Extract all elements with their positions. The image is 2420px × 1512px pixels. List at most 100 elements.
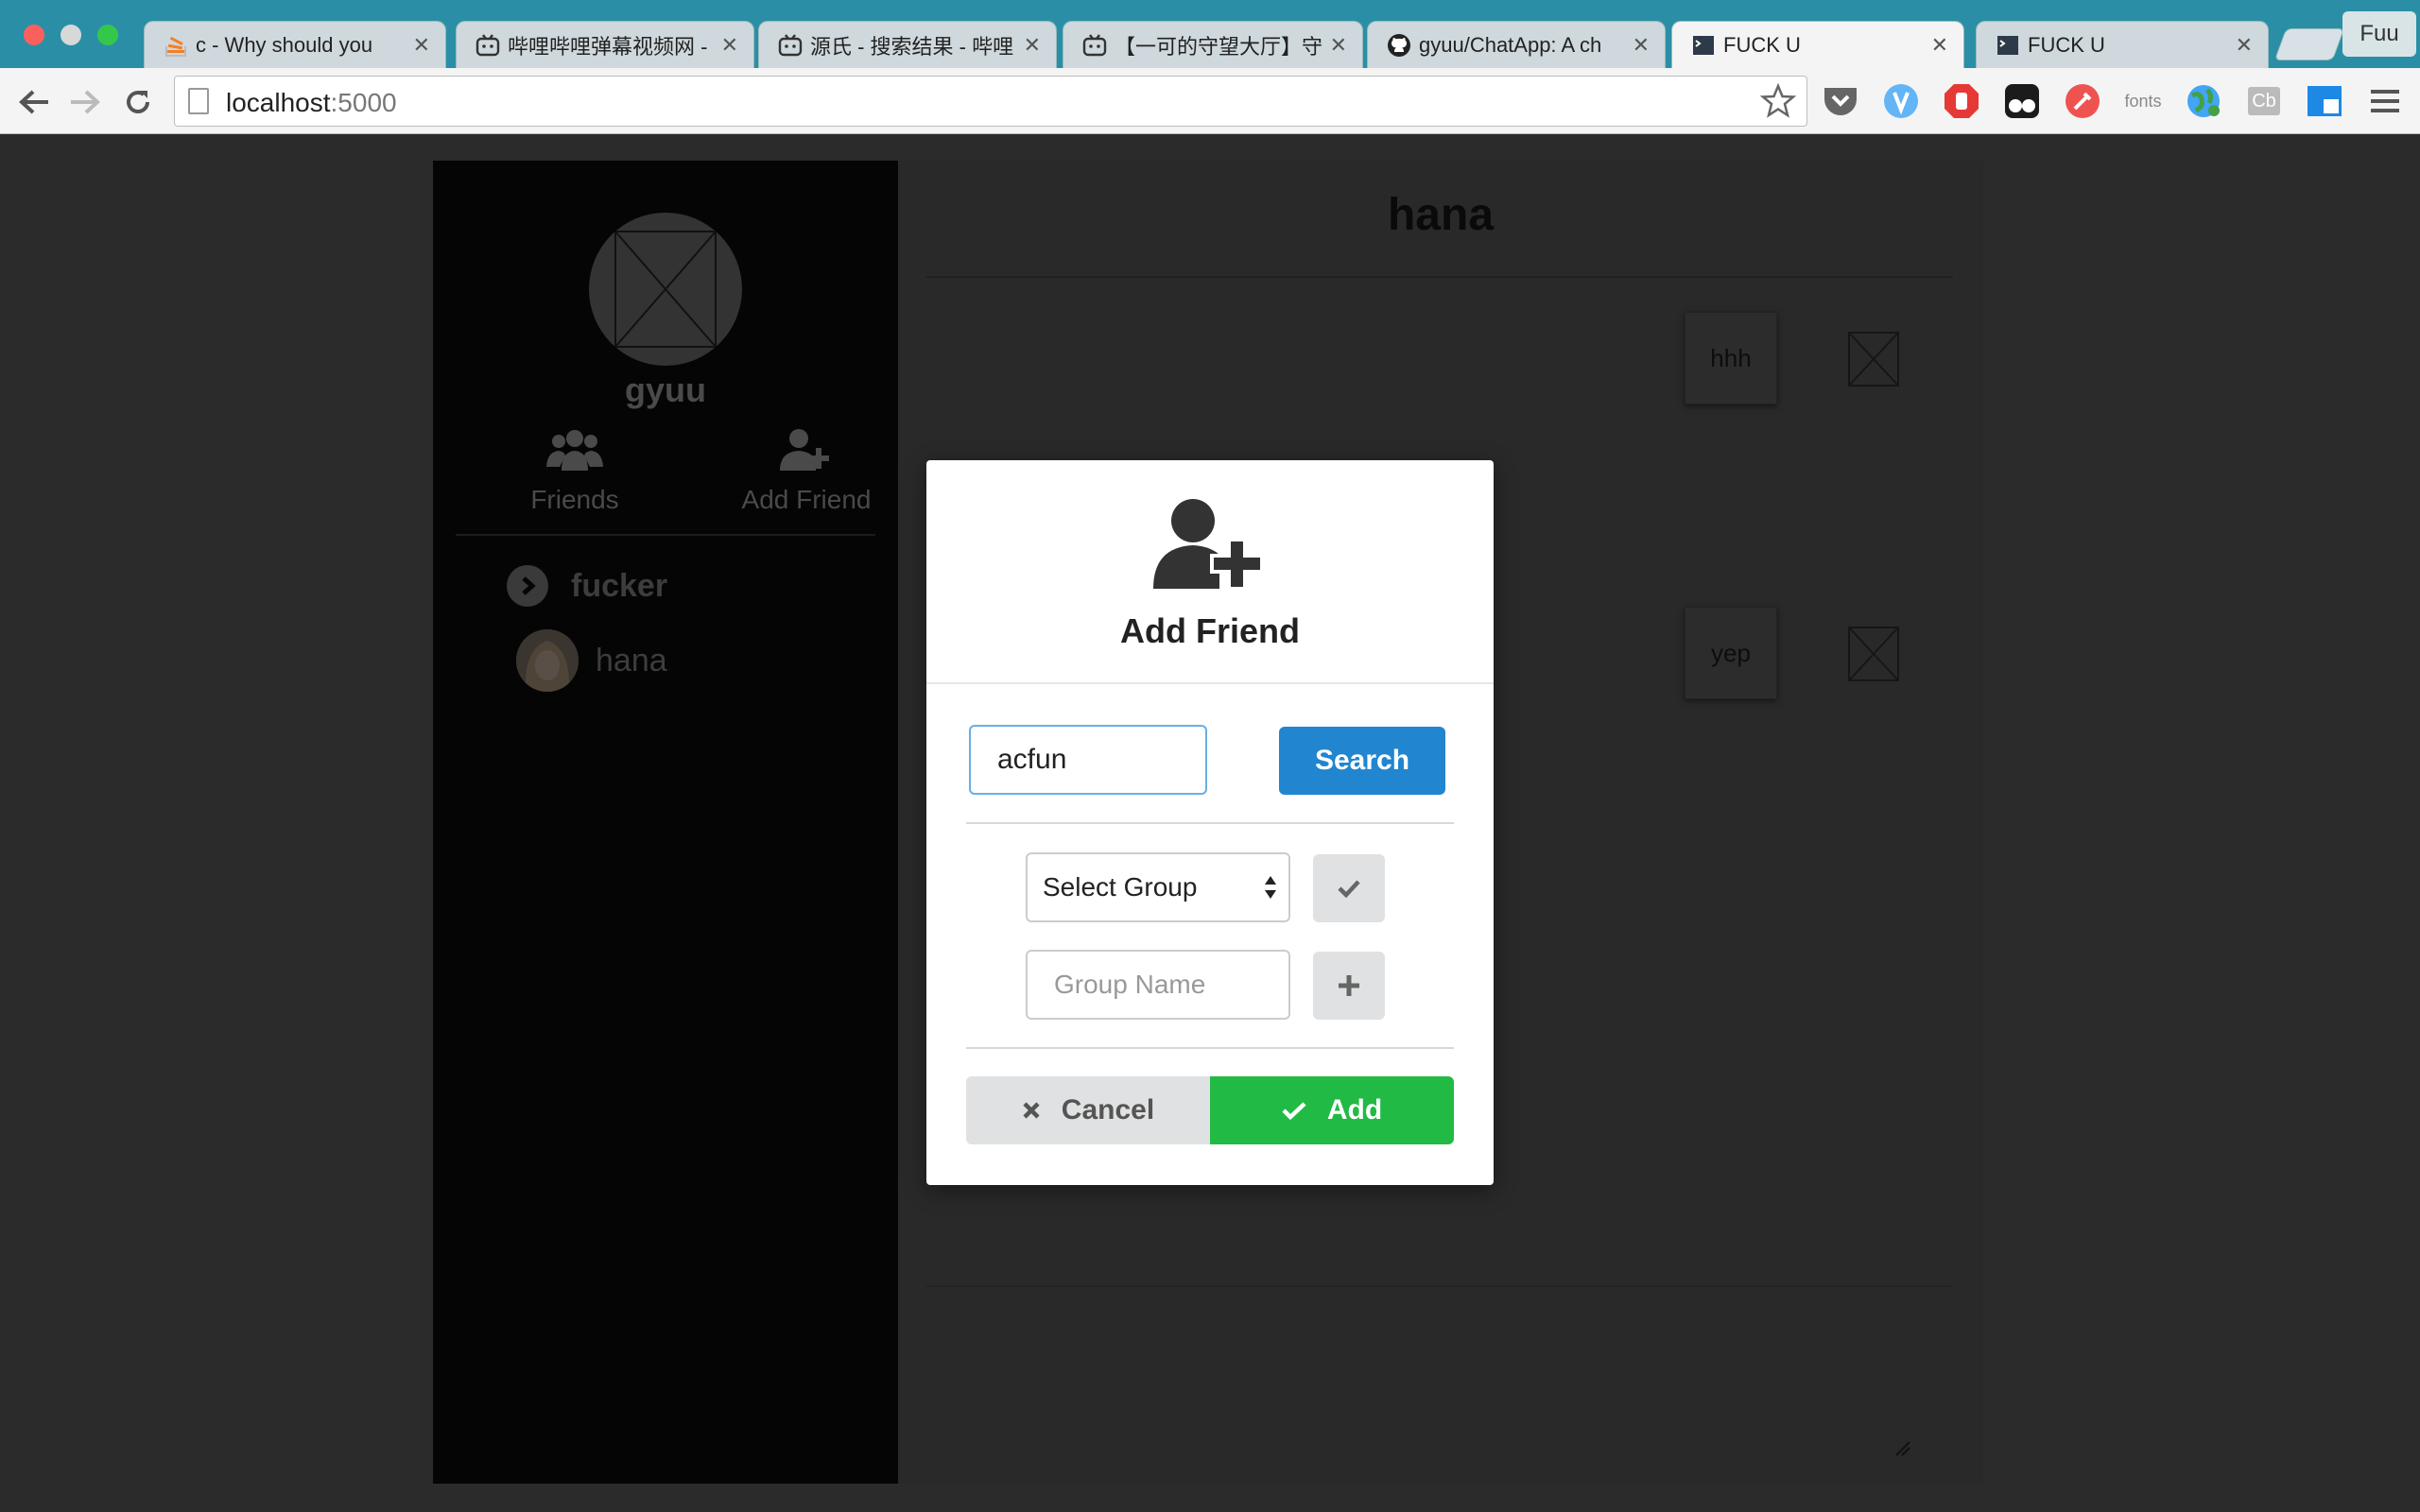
- tab-title: FUCK U: [1723, 32, 1801, 57]
- tab-title: 源氏 - 搜索结果 - 哔哩: [810, 34, 1014, 59]
- tab-close-icon[interactable]: ✕: [1330, 33, 1347, 58]
- add-user-icon: [1151, 498, 1270, 595]
- tampermonkey-icon[interactable]: [2002, 81, 2042, 121]
- bilibili-icon: [475, 33, 500, 58]
- composer-divider: [926, 1285, 1953, 1287]
- modal-divider: [926, 682, 1494, 684]
- cb-icon[interactable]: Cb: [2244, 81, 2284, 121]
- friend-group[interactable]: fucker: [507, 565, 667, 607]
- bilibili-icon: [778, 33, 803, 58]
- close-icon: [1023, 1102, 1040, 1119]
- forward-button[interactable]: [64, 81, 106, 123]
- check-icon: [1338, 880, 1360, 898]
- bookmark-star-icon[interactable]: [1759, 82, 1797, 125]
- globe-icon[interactable]: [2184, 81, 2223, 121]
- dev-tools-icon[interactable]: [2063, 81, 2102, 121]
- window-close-button[interactable]: [24, 25, 44, 45]
- tab-title: FUCK U: [2028, 32, 2105, 57]
- browser-tab[interactable]: 哔哩哔哩弹幕视频网 - ✕: [456, 21, 754, 68]
- chat-divider: [926, 276, 1953, 278]
- chevron-right-icon[interactable]: [507, 565, 548, 607]
- cancel-button[interactable]: Cancel: [966, 1076, 1210, 1144]
- divider: [966, 1047, 1454, 1049]
- modal-title: Add Friend: [1120, 611, 1300, 650]
- browser-tab[interactable]: FUCK U ✕: [1976, 21, 2269, 68]
- page-icon: [188, 88, 209, 114]
- select-arrows-icon: [1264, 873, 1277, 908]
- tab-close-icon[interactable]: ✕: [1024, 33, 1041, 58]
- chat-title: hana: [1387, 190, 1495, 240]
- message-avatar: [1843, 624, 1904, 684]
- back-button[interactable]: [13, 81, 55, 123]
- add-button[interactable]: Add: [1210, 1076, 1454, 1144]
- username: gyuu: [625, 370, 706, 409]
- window-maximize-button[interactable]: [97, 25, 118, 45]
- message-bubble: hhh: [1685, 312, 1777, 404]
- profile-button[interactable]: Fuu: [2342, 11, 2416, 57]
- friend-name: hana: [596, 642, 667, 679]
- github-icon: [1387, 33, 1411, 58]
- add-friend-nav-label: Add Friend: [741, 485, 872, 514]
- reload-button[interactable]: [117, 81, 159, 123]
- plus-icon: [1339, 975, 1359, 996]
- check-icon: [1282, 1102, 1306, 1120]
- friend-avatar: [516, 629, 579, 692]
- create-group-button[interactable]: [1313, 952, 1385, 1020]
- group-select[interactable]: Select Group: [1026, 852, 1290, 922]
- add-button-label: Add: [1326, 1094, 1383, 1125]
- users-icon: [546, 430, 603, 471]
- confirm-group-button[interactable]: [1313, 854, 1385, 922]
- sidebar-divider: [456, 534, 875, 536]
- browser-toolbar: localhost:5000 fonts Cb: [0, 68, 2420, 134]
- url-text: localhost:5000: [226, 88, 397, 117]
- browser-tab[interactable]: c - Why should you ✕: [144, 21, 446, 68]
- tab-title: c - Why should you: [196, 32, 373, 57]
- vimium-icon[interactable]: [1881, 81, 1921, 121]
- terminal-icon: [1691, 33, 1716, 58]
- new-tab-button[interactable]: [2273, 28, 2345, 60]
- user-avatar[interactable]: [589, 213, 742, 366]
- tab-title: 哔哩哔哩弹幕视频网 -: [508, 34, 708, 59]
- browser-tab[interactable]: 源氏 - 搜索结果 - 哔哩 ✕: [758, 21, 1057, 68]
- menu-icon[interactable]: [2365, 81, 2405, 121]
- group-select-value: Select Group: [1043, 872, 1198, 902]
- window-icon[interactable]: [2305, 81, 2344, 121]
- message-avatar: [1843, 329, 1904, 389]
- cancel-button-label: Cancel: [1061, 1094, 1155, 1125]
- back-arrow-icon: [19, 90, 48, 114]
- friends-nav[interactable]: Friends: [480, 425, 669, 515]
- add-friend-modal: Add Friend Search Select Group Cancel Ad…: [926, 460, 1494, 1185]
- divider: [966, 822, 1454, 824]
- bilibili-icon: [1082, 33, 1107, 58]
- tab-close-icon[interactable]: ✕: [2236, 33, 2253, 58]
- sidebar: gyuu Friends Add Friend fucker hana: [433, 161, 898, 1484]
- tab-close-icon[interactable]: ✕: [1931, 33, 1948, 58]
- tab-close-icon[interactable]: ✕: [721, 33, 738, 58]
- search-button[interactable]: Search: [1279, 727, 1445, 795]
- group-name: fucker: [571, 567, 668, 604]
- browser-tab-active[interactable]: FUCK U ✕: [1671, 21, 1964, 68]
- message-bubble: yep: [1685, 607, 1777, 699]
- friend-item[interactable]: hana: [516, 629, 667, 692]
- pocket-icon[interactable]: [1821, 81, 1860, 121]
- tab-close-icon[interactable]: ✕: [1633, 33, 1650, 58]
- stackoverflow-icon: [164, 33, 188, 58]
- resize-handle-icon[interactable]: [1893, 1438, 1911, 1462]
- search-input[interactable]: [969, 725, 1207, 795]
- tab-close-icon[interactable]: ✕: [413, 33, 430, 58]
- tab-title: gyuu/ChatApp: A ch: [1419, 32, 1602, 57]
- forward-arrow-icon: [71, 90, 100, 114]
- terminal-icon: [1996, 33, 2020, 58]
- browser-tab[interactable]: 【一可的守望大厅】守 ✕: [1063, 21, 1363, 68]
- browser-titlebar: c - Why should you ✕ 哔哩哔哩弹幕视频网 - ✕ 源氏 - …: [0, 0, 2420, 68]
- tab-title: 【一可的守望大厅】守: [1115, 34, 1322, 59]
- window-minimize-button[interactable]: [60, 25, 81, 45]
- fonts-icon[interactable]: fonts: [2123, 81, 2163, 121]
- add-user-icon: [780, 429, 829, 471]
- address-bar[interactable]: localhost:5000: [174, 76, 1807, 127]
- friends-nav-label: Friends: [530, 485, 619, 514]
- group-name-input[interactable]: [1026, 950, 1290, 1020]
- browser-tab[interactable]: gyuu/ChatApp: A ch ✕: [1367, 21, 1666, 68]
- adblock-icon[interactable]: [1942, 81, 1981, 121]
- add-friend-nav[interactable]: Add Friend: [712, 425, 901, 515]
